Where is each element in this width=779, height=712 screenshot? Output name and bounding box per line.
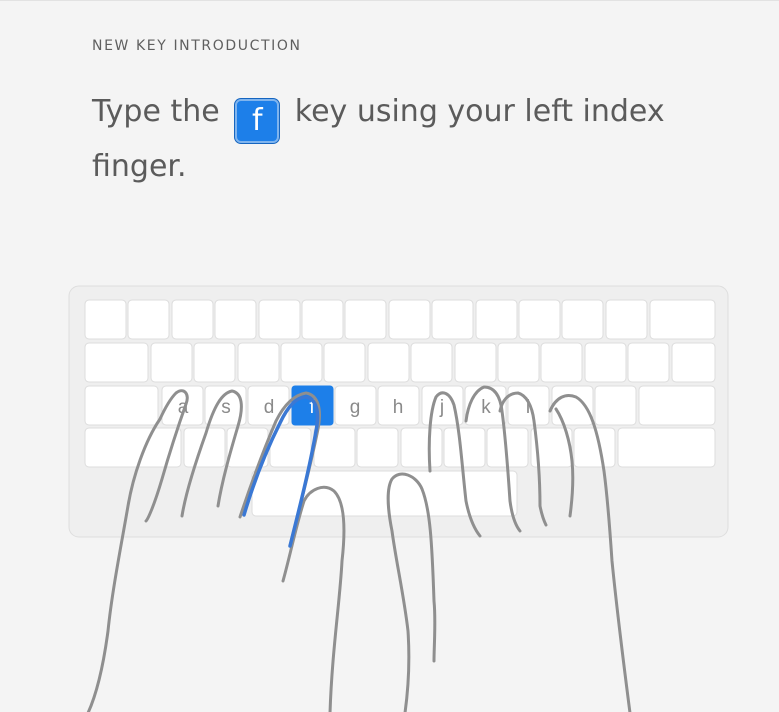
keyboard-key [323,342,366,383]
keyboard-key [356,427,399,468]
keyboard-key [594,385,637,426]
keyboard-key [443,427,486,468]
lesson-page: NEW KEY INTRODUCTION Type the f key usin… [0,0,779,712]
keyboard-key [84,385,159,426]
keyboard-key [497,342,540,383]
keyboard-key [605,299,648,340]
keyboard-key [475,299,518,340]
keyboard-key [127,299,170,340]
keyboard-key [388,299,431,340]
keyboard-hands-illustration: a s d f g h j k l [68,285,729,712]
keyboard-key [344,299,387,340]
keyboard-key [551,385,594,426]
key-label-j: j [439,397,444,418]
keyboard-key [367,342,410,383]
keyboard-key [84,342,149,383]
keyboard-key [410,342,453,383]
keyboard-key [171,299,214,340]
key-label-g: g [350,397,361,418]
keyboard-key [454,342,497,383]
key-label-k: k [481,397,491,418]
keyboard-key [561,299,604,340]
keyboard-key [431,299,474,340]
keyboard-key [84,299,127,340]
keyboard-key [617,427,716,468]
key-label-s: s [221,397,231,418]
keyboard-key [150,342,193,383]
keyboard-key [627,342,670,383]
keyboard-key [638,385,716,426]
keyboard-key [649,299,716,340]
keyboard-key [518,299,561,340]
keyboard-key [671,342,716,383]
keyboard-key [313,427,356,468]
keyboard-key [280,342,323,383]
keyboard-key [214,299,257,340]
key-label-h: h [393,397,404,418]
keyboard-key [540,342,583,383]
keyboard-key [237,342,280,383]
keyboard-key [400,427,443,468]
keyboard-key [193,342,236,383]
keyboard-key [301,299,344,340]
space-bar [251,470,518,517]
keyboard-key [573,427,616,468]
keyboard-key [584,342,627,383]
keyboard-key [258,299,301,340]
key-label-d: d [264,397,275,418]
